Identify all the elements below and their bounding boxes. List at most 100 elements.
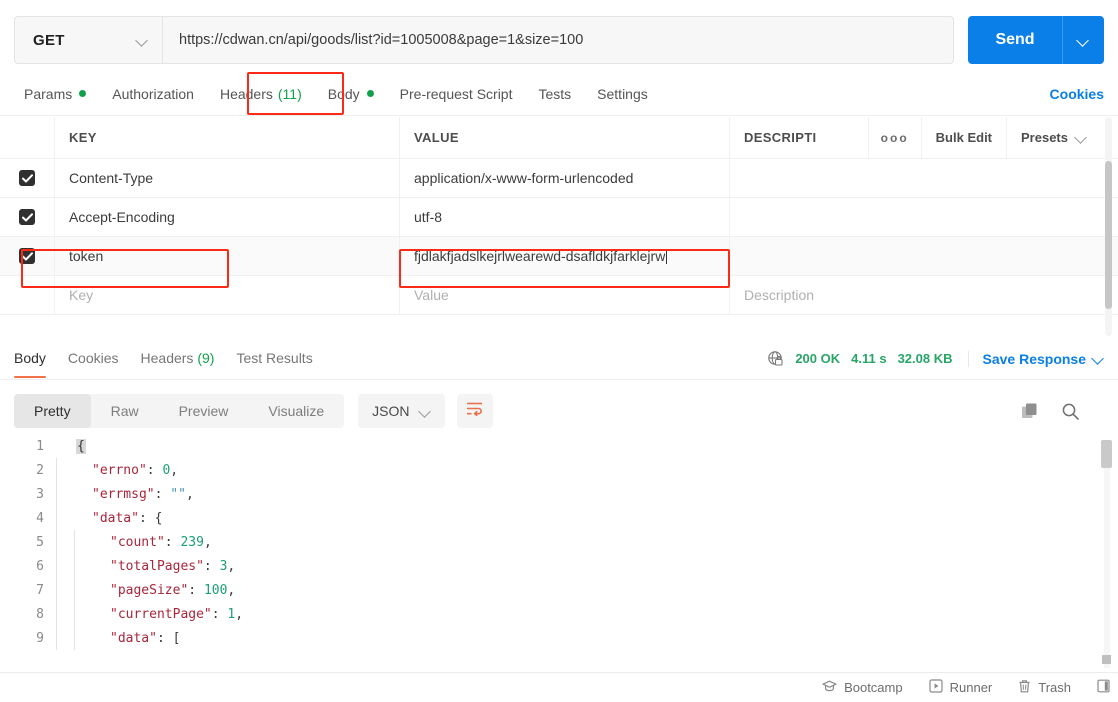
table-row[interactable]: Accept-Encoding utf-8 — [0, 198, 1118, 237]
json-fold-guide — [74, 578, 92, 602]
json-token: : — [164, 534, 181, 550]
select-all-cell — [0, 117, 55, 158]
json-line-content: { — [74, 438, 86, 454]
json-line: 3 "errmsg": "", — [0, 482, 1118, 506]
body-toolbar-actions — [1021, 402, 1104, 421]
bulk-edit-button[interactable]: Bulk Edit — [922, 117, 1008, 158]
tab-tests[interactable]: Tests — [528, 80, 581, 108]
json-token: 239 — [180, 534, 204, 550]
trash-button[interactable]: Trash — [1018, 679, 1071, 697]
runner-play-icon — [929, 679, 943, 696]
new-key-placeholder[interactable]: Key — [69, 287, 93, 303]
search-icon[interactable] — [1061, 402, 1080, 421]
runner-button[interactable]: Runner — [929, 679, 992, 696]
json-token: "pageSize" — [110, 582, 189, 598]
copy-icon[interactable] — [1021, 402, 1039, 420]
headers-table-tools: ooo Bulk Edit Presets — [869, 117, 1100, 158]
json-line-number: 6 — [36, 558, 44, 574]
json-token: : — [154, 486, 171, 502]
view-preview[interactable]: Preview — [159, 394, 249, 428]
view-raw[interactable]: Raw — [91, 394, 159, 428]
json-token: , — [235, 606, 244, 622]
json-token: "count" — [110, 534, 165, 550]
row-checkbox-cell — [0, 237, 55, 275]
new-description-placeholder[interactable]: Description — [744, 287, 814, 303]
json-fold-guide — [56, 578, 74, 602]
bootcamp-button[interactable]: Bootcamp — [822, 680, 903, 696]
globe-lock-icon[interactable] — [767, 350, 784, 367]
view-pretty[interactable]: Pretty — [14, 394, 91, 428]
row-checkbox-cell — [0, 159, 55, 197]
tab-pre-request-script[interactable]: Pre-request Script — [390, 80, 523, 108]
presets-button[interactable]: Presets — [1007, 117, 1100, 158]
json-line-number: 5 — [36, 534, 44, 550]
json-fold-guide — [74, 530, 92, 554]
save-response-button[interactable]: Save Response — [967, 350, 1105, 367]
json-fold-guide — [56, 506, 74, 530]
json-line-content: "errmsg": "", — [74, 487, 194, 502]
http-method-label: GET — [33, 31, 65, 49]
response-time: 4.11 s — [851, 351, 887, 366]
json-fold-guide — [56, 434, 74, 458]
json-scrollbar-thumb[interactable] — [1101, 440, 1112, 468]
json-line-number: 9 — [36, 630, 44, 646]
request-url-input[interactable]: https://cdwan.cn/api/goods/list?id=10050… — [162, 16, 954, 64]
http-method-select[interactable]: GET — [14, 16, 162, 64]
json-token: "data" — [92, 510, 139, 526]
headers-table-header-row: KEY VALUE DESCRIPTI ooo Bulk Edit Preset… — [0, 117, 1118, 159]
view-visualize[interactable]: Visualize — [248, 394, 344, 428]
trash-label: Trash — [1038, 680, 1071, 695]
tab-params[interactable]: Params — [14, 80, 96, 108]
more-actions-icon[interactable]: ooo — [869, 117, 922, 158]
tab-settings[interactable]: Settings — [587, 80, 658, 108]
json-line-number: 7 — [36, 582, 44, 598]
json-fold-guide — [74, 602, 92, 626]
new-header-row[interactable]: Key Value Description — [0, 276, 1118, 315]
response-body-json-viewer[interactable]: 1{2 "errno": 0, 3 "errmsg": "", 4 "data": {5 "… — [0, 434, 1118, 672]
response-size: 32.08 KB — [897, 351, 953, 366]
json-scroll-down-button[interactable] — [1102, 655, 1111, 664]
new-value-placeholder[interactable]: Value — [414, 287, 449, 303]
json-line: 9 "data": [ — [0, 626, 1118, 650]
tab-tests-label: Tests — [538, 85, 572, 102]
chevron-down-icon — [420, 406, 431, 417]
json-fold-guide — [56, 458, 74, 482]
json-line: 7 "pageSize": 100, — [0, 578, 1118, 602]
status-code: 200 OK — [795, 351, 841, 366]
row-checkbox[interactable] — [19, 170, 35, 186]
response-tab-body[interactable]: Body — [14, 339, 46, 378]
trash-icon — [1018, 679, 1031, 697]
tab-headers[interactable]: Headers (11) — [210, 80, 312, 108]
graduation-cap-icon — [822, 680, 837, 696]
json-fold-guide — [56, 626, 74, 650]
tab-body-label: Body — [327, 85, 360, 102]
tab-authorization[interactable]: Authorization — [102, 80, 204, 108]
json-token: "totalPages" — [110, 558, 204, 574]
tab-params-label: Params — [24, 85, 73, 102]
tab-body[interactable]: Body — [318, 80, 384, 108]
response-tab-cookies[interactable]: Cookies — [68, 339, 119, 378]
headers-scrollbar-thumb[interactable] — [1105, 161, 1112, 309]
toggle-sidebar-button[interactable] — [1097, 679, 1110, 696]
cookies-link[interactable]: Cookies — [1050, 86, 1104, 102]
row-checkbox[interactable] — [19, 209, 35, 225]
wrap-text-button[interactable] — [456, 394, 493, 428]
json-line-number: 4 — [36, 510, 44, 526]
send-options-button[interactable] — [1062, 16, 1104, 64]
request-url-text: https://cdwan.cn/api/goods/list?id=10050… — [179, 32, 584, 48]
header-key: Accept-Encoding — [69, 209, 175, 225]
header-key: token — [69, 248, 104, 264]
response-tab-headers[interactable]: Headers (9) — [141, 339, 215, 378]
send-button[interactable]: Send — [968, 16, 1062, 64]
row-checkbox[interactable] — [19, 248, 35, 264]
response-tab-test-results[interactable]: Test Results — [236, 339, 312, 378]
json-line: 5 "count": 239, — [0, 530, 1118, 554]
table-row[interactable]: Content-Type application/x-www-form-urle… — [0, 159, 1118, 198]
json-fold-guide — [56, 602, 74, 626]
chevron-down-icon — [1078, 35, 1089, 46]
table-row[interactable]: token fjdlakfjadslkejrlwearewd-dsafldkjf… — [0, 237, 1118, 276]
response-format-select[interactable]: JSON — [358, 394, 445, 428]
row-checkbox-cell — [0, 276, 55, 314]
json-line-content: "count": 239, — [92, 535, 212, 550]
response-view-segmented-control: Pretty Raw Preview Visualize — [14, 394, 345, 428]
